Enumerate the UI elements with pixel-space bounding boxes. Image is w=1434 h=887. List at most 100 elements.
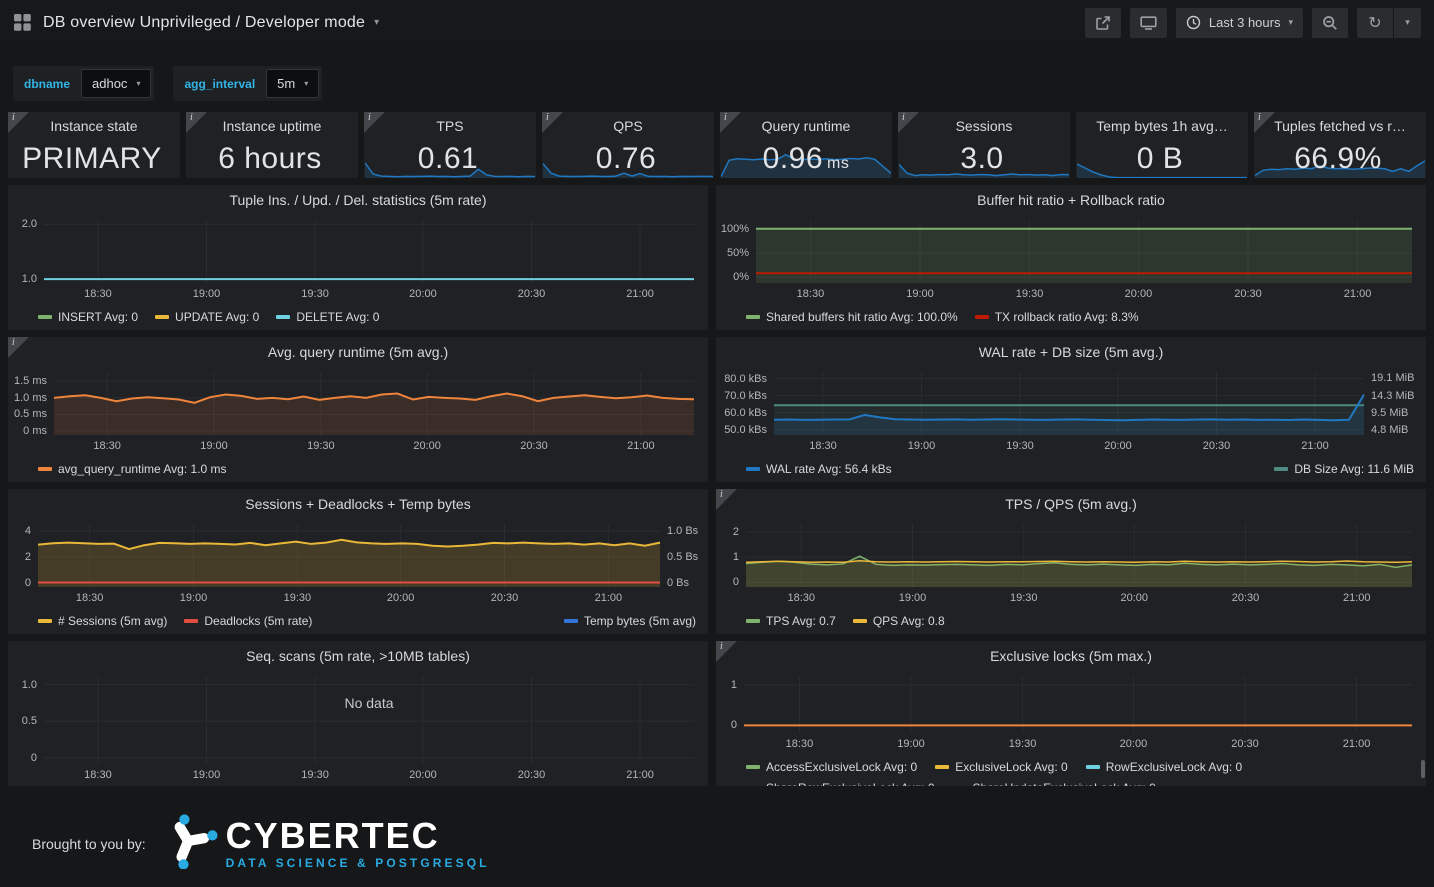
legend-item[interactable]: DELETE Avg: 0 [276, 310, 379, 324]
share-icon [1095, 15, 1111, 31]
info-icon[interactable]: i [364, 112, 385, 133]
stat-title: Sessions [898, 118, 1070, 134]
panel-tps-qps: i TPS / QPS (5m avg.) 21018:3019:0019:30… [716, 489, 1426, 634]
chevron-down-icon: ▾ [1405, 18, 1410, 28]
refresh-button[interactable]: ↻ [1357, 8, 1393, 38]
chart-plot: 1.5 ms1.0 ms0.5 ms0 ms18:3019:0019:3020:… [8, 366, 708, 457]
chart-title[interactable]: Sessions + Deadlocks + Temp bytes [8, 496, 708, 518]
legend-item[interactable]: WAL rate Avg: 56.4 kBs [746, 462, 892, 476]
legend-item[interactable]: UPDATE Avg: 0 [155, 310, 259, 324]
legend-item[interactable]: INSERT Avg: 0 [38, 310, 138, 324]
legend-item[interactable]: avg_query_runtime Avg: 1.0 ms [38, 462, 227, 476]
stat-title: Temp bytes 1h avg… [1076, 118, 1248, 134]
legend-item[interactable]: ShareUpdateExclusiveLock Avg: 0 [953, 779, 1156, 786]
panel-avg-query-runtime: i Avg. query runtime (5m avg.) 1.5 ms1.0… [8, 337, 708, 482]
legend-item[interactable]: Temp bytes (5m avg) [564, 614, 696, 628]
legend-item[interactable]: DB Size Avg: 11.6 MiB [1274, 462, 1414, 476]
no-data-label: No data [44, 695, 694, 711]
info-icon[interactable]: i [8, 112, 29, 133]
legend-scrollbar[interactable] [1421, 760, 1425, 778]
chevron-down-icon[interactable]: ▾ [374, 17, 379, 28]
chart-legend: INSERT Avg: 0 UPDATE Avg: 0 DELETE Avg: 0 [8, 305, 708, 330]
legend-item[interactable]: ExclusiveLock Avg: 0 [935, 758, 1068, 777]
stat-title: QPS [542, 118, 714, 134]
stat-panel-temp-bytes: Temp bytes 1h avg… 0 B [1076, 112, 1248, 178]
chart-title[interactable]: Buffer hit ratio + Rollback ratio [716, 192, 1426, 214]
cybertec-molecule-icon [162, 813, 218, 874]
time-range-label: Last 3 hours [1209, 15, 1281, 30]
legend-item[interactable]: TX rollback ratio Avg: 8.3% [975, 310, 1139, 324]
chevron-down-icon: ▾ [136, 79, 140, 88]
panel-exclusive-locks: i Exclusive locks (5m max.) 1018:3019:00… [716, 641, 1426, 786]
legend-item[interactable]: Shared buffers hit ratio Avg: 100.0% [746, 310, 958, 324]
variable-dbname-select[interactable]: adhoc ▾ [81, 69, 151, 98]
chart-title[interactable]: WAL rate + DB size (5m avg.) [716, 344, 1426, 366]
chart-legend: TPS Avg: 0.7 QPS Avg: 0.8 [716, 609, 1426, 634]
stat-value: 66.9% [1254, 142, 1426, 175]
chart-plot: 100%50%0%18:3019:0019:3020:0020:3021:00 [716, 214, 1426, 305]
chart-title[interactable]: Exclusive locks (5m max.) [716, 648, 1426, 670]
panel-buffer-hit-ratio: Buffer hit ratio + Rollback ratio 100%50… [716, 185, 1426, 330]
chart-plot: 80.0 kBs70.0 kBs60.0 kBs50.0 kBs19.1 MiB… [716, 366, 1426, 457]
chart-legend: # Sessions (5m avg) Deadlocks (5m rate) Te… [8, 609, 708, 634]
chart-title[interactable]: Avg. query runtime (5m avg.) [8, 344, 708, 366]
stat-title: TPS [364, 118, 536, 134]
variable-label: agg_interval [173, 77, 266, 91]
legend-item[interactable]: RowExclusiveLock Avg: 0 [1086, 758, 1243, 777]
footer-text: Brought to you by: [32, 836, 146, 852]
info-icon[interactable]: i [8, 337, 29, 358]
chart-title[interactable]: Tuple Ins. / Upd. / Del. statistics (5m … [8, 192, 708, 214]
brand-name: CYBERTEC [226, 818, 490, 854]
tv-mode-button[interactable] [1130, 8, 1167, 38]
info-icon[interactable]: i [716, 489, 737, 510]
stat-panel-tps: i TPS 0.61 [364, 112, 536, 178]
dashboard-grid-icon[interactable] [13, 13, 32, 32]
panel-wal-rate-db-size: WAL rate + DB size (5m avg.) 80.0 kBs70.… [716, 337, 1426, 482]
stat-title: Tuples fetched vs r… [1254, 118, 1426, 134]
panel-seq-scans: Seq. scans (5m rate, >10MB tables) 1.00.… [8, 641, 708, 786]
legend-item[interactable]: AccessExclusiveLock Avg: 0 [746, 758, 917, 777]
cybertec-logo: CYBERTEC DATA SCIENCE & POSTGRESQL [162, 813, 490, 874]
stat-title: Instance state [8, 118, 180, 134]
variable-agg-interval-select[interactable]: 5m ▾ [266, 69, 319, 98]
variable-value: 5m [277, 76, 295, 91]
chart-title[interactable]: Seq. scans (5m rate, >10MB tables) [8, 648, 708, 670]
stat-value: PRIMARY [8, 142, 180, 175]
stat-value: 0.76 [542, 142, 714, 175]
variable-label: dbname [13, 77, 81, 91]
chart-plot: 1018:3019:0019:3020:0020:3021:00 [716, 670, 1426, 755]
stat-row: i Instance state PRIMARY i Instance upti… [8, 112, 1426, 178]
stat-panel-tuples-fetched: i Tuples fetched vs r… 66.9% [1254, 112, 1426, 178]
panel-sessions-deadlocks: Sessions + Deadlocks + Temp bytes 4201.0… [8, 489, 708, 634]
legend-item[interactable]: TPS Avg: 0.7 [746, 614, 836, 628]
legend-item[interactable]: ShareRowExclusiveLock Avg: 0 [746, 779, 935, 786]
variable-value: adhoc [92, 76, 127, 91]
share-button[interactable] [1085, 8, 1121, 38]
legend-item[interactable]: Deadlocks (5m rate) [184, 614, 312, 628]
legend-item[interactable]: QPS Avg: 0.8 [853, 614, 945, 628]
chevron-down-icon: ▾ [304, 79, 308, 88]
zoom-out-button[interactable] [1312, 8, 1348, 38]
info-icon[interactable]: i [898, 112, 919, 133]
zoom-out-icon [1322, 15, 1338, 31]
stat-panel-query-runtime: i Query runtime 0.96ms [720, 112, 892, 178]
panel-tuple-statistics: Tuple Ins. / Upd. / Del. statistics (5m … [8, 185, 708, 330]
chevron-down-icon: ▾ [1288, 18, 1293, 28]
info-icon[interactable]: i [716, 641, 737, 662]
variable-dbname: dbname adhoc ▾ [13, 66, 154, 101]
info-icon[interactable]: i [1254, 112, 1275, 133]
legend-item[interactable]: # Sessions (5m avg) [38, 614, 167, 628]
info-icon[interactable]: i [186, 112, 207, 133]
stat-value: 6 hours [186, 142, 358, 175]
info-icon[interactable]: i [542, 112, 563, 133]
chart-legend: WAL rate Avg: 56.4 kBs DB Size Avg: 11.6 … [716, 457, 1426, 482]
navbar: DB overview Unprivileged / Developer mod… [0, 0, 1434, 45]
info-icon[interactable]: i [720, 112, 741, 133]
stat-panel-qps: i QPS 0.76 [542, 112, 714, 178]
refresh-icon: ↻ [1368, 15, 1381, 31]
time-range-button[interactable]: Last 3 hours ▾ [1176, 8, 1303, 38]
chart-title[interactable]: TPS / QPS (5m avg.) [716, 496, 1426, 518]
chart-plot: 2.01.018:3019:0019:3020:0020:3021:00 [8, 214, 708, 305]
refresh-interval-dropdown[interactable]: ▾ [1393, 8, 1421, 38]
dashboard-title[interactable]: DB overview Unprivileged / Developer mod… [43, 14, 365, 32]
